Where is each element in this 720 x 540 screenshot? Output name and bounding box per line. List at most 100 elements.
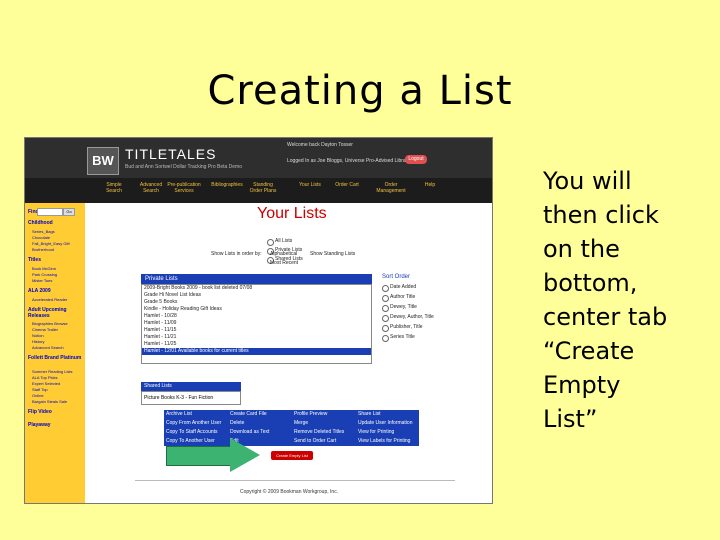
nav-item-3[interactable]: Bibliographies xyxy=(208,182,246,188)
logo-subtext: Bud and Ann Sortwel Dollar Tracking Pro … xyxy=(125,164,243,170)
sidebar-link[interactable]: Advanced Search xyxy=(32,345,64,350)
sidebar-link[interactable]: History xyxy=(32,339,44,344)
welcome-text: Welcome back Dayton Tosser xyxy=(287,142,353,148)
sort-order-label: Series Title xyxy=(390,334,415,340)
shared-lists-heading: Shared Lists xyxy=(141,382,241,391)
list-item[interactable]: Hamlet - 11/09 xyxy=(142,320,371,327)
sort-order-radio[interactable] xyxy=(382,305,389,312)
action-button[interactable]: Copy To Another User xyxy=(164,437,226,445)
sort-order-label: Author Title xyxy=(390,294,416,300)
sidebar-link[interactable]: ALA Top Picks xyxy=(32,375,58,380)
sidebar-link[interactable]: Biographies Browse xyxy=(32,321,68,326)
app-header: BW TITLETALES Bud and Ann Sortwel Dollar… xyxy=(25,138,492,178)
sort-order-radio[interactable] xyxy=(382,335,389,342)
sort-order-label: Dewey, Author, Title xyxy=(390,314,434,320)
sidebar-link[interactable]: Staff Top xyxy=(32,387,48,392)
sidebar-heading: Titles xyxy=(28,257,41,263)
nav-item-5[interactable]: Your Lists xyxy=(291,182,329,188)
sidebar-link[interactable]: Cinema Trailer xyxy=(32,327,58,332)
sidebar-heading: Follett Brand Platinum xyxy=(28,355,82,361)
list-type-label: All Lists xyxy=(275,238,293,244)
sidebar-link[interactable]: Online xyxy=(32,393,44,398)
list-item[interactable]: Hamlet - 11/25 xyxy=(142,341,371,348)
sort-order-label: Publisher, Title xyxy=(390,324,423,330)
footer-rule xyxy=(135,480,455,481)
list-item[interactable]: Grade Hi Novel List Ideas xyxy=(142,292,371,299)
list-item[interactable]: Kindle - Holiday Reading Gift Ideas xyxy=(142,306,371,313)
sidebar-heading: Playaway xyxy=(28,422,51,428)
sort-by-option[interactable]: Alphabetical xyxy=(270,251,297,257)
sidebar-heading: Adult Upcoming Releases xyxy=(28,307,67,319)
action-button[interactable]: Share List xyxy=(356,410,418,418)
action-button[interactable]: Update User Information xyxy=(356,419,418,427)
sort-by-option[interactable]: Most Recent xyxy=(270,260,298,266)
sidebar-link[interactable]: Book McGinn xyxy=(32,266,56,271)
action-button[interactable]: View Labels for Printing xyxy=(356,437,418,445)
nav-item-8[interactable]: Help xyxy=(411,182,449,188)
page-title: Your Lists xyxy=(257,205,327,222)
sort-order-heading: Sort Order xyxy=(382,274,411,280)
logout-button[interactable]: Logout xyxy=(405,155,427,164)
list-type-radio[interactable] xyxy=(267,239,274,246)
sidebar-link[interactable]: Park Crossing xyxy=(32,272,57,277)
sidebar-heading: Flip Video xyxy=(28,409,52,415)
sidebar-link[interactable]: Brotherhood xyxy=(32,247,54,252)
list-item[interactable]: Hamlet - 10/28 xyxy=(142,313,371,320)
action-button[interactable]: Delete xyxy=(228,419,290,427)
action-grid: Archive List Copy From Another User Copy T… xyxy=(164,410,419,446)
action-button[interactable]: Profile Preview xyxy=(292,410,354,418)
sidebar-link[interactable]: Series_Bags xyxy=(32,229,55,234)
action-button[interactable]: Create Card File xyxy=(228,410,290,418)
nav-item-7[interactable]: Order Management xyxy=(372,182,410,194)
list-item[interactable]: 2009-Bright Books 2009 - book list delet… xyxy=(142,285,371,292)
logo-text: TITLETALES xyxy=(125,146,217,162)
action-button[interactable]: Archive List xyxy=(164,410,226,418)
sidebar-link[interactable]: Mister Toes xyxy=(32,278,52,283)
find-input[interactable] xyxy=(37,208,63,216)
sidebar-link[interactable]: Chocolate xyxy=(32,235,50,240)
action-button[interactable]: Send to Order Cart xyxy=(292,437,354,445)
action-button[interactable]: Download as Text xyxy=(228,428,290,436)
create-empty-list-button[interactable]: Create Empty List xyxy=(271,451,313,460)
sort-order-radio[interactable] xyxy=(382,295,389,302)
copyright: Copyright © 2009 Bookman Workgroup, Inc. xyxy=(240,489,339,495)
sidebar-link[interactable]: Bargain Steals Sale xyxy=(32,399,67,404)
action-button[interactable]: Remove Deleted Titles xyxy=(292,428,354,436)
list-item[interactable]: Hamlet - 11/15 xyxy=(142,327,371,334)
sidebar-link[interactable]: Accelerated Reader xyxy=(32,297,67,302)
arrow-head xyxy=(230,438,260,472)
private-lists-box[interactable]: 2009-Bright Books 2009 - book list delet… xyxy=(141,284,372,364)
private-lists-heading: Private Lists xyxy=(141,274,372,284)
sort-order-label: Date Added xyxy=(390,284,417,290)
nav-item-6[interactable]: Order Cart xyxy=(328,182,366,188)
left-sidebar: Find Childhood Series_Bags Chocolate Fall_B… xyxy=(25,203,85,503)
list-item[interactable]: Hamlet - 11/21 xyxy=(142,334,371,341)
nav-item-0[interactable]: Simple Search xyxy=(95,182,133,194)
sort-order-radio[interactable] xyxy=(382,325,389,332)
sidebar-heading: Childhood xyxy=(28,220,53,226)
action-button[interactable]: Merge xyxy=(292,419,354,427)
action-button[interactable]: Copy From Another User xyxy=(164,419,226,427)
nav-item-4[interactable]: Standing Order Plans xyxy=(244,182,282,194)
action-button[interactable]: Copy To Staff Accounts xyxy=(164,428,226,436)
sidebar-link[interactable]: Notion xyxy=(32,333,44,338)
account-text: Logged In as Joe Bloggs, Universe Pro-Ad… xyxy=(287,158,410,164)
sidebar-link[interactable]: Expert Selected xyxy=(32,381,60,386)
list-item[interactable]: Hamlet - 12/01 Available books for curre… xyxy=(142,348,371,355)
action-button[interactable]: View for Printing xyxy=(356,428,418,436)
nav-item-2[interactable]: Pre-publication Services xyxy=(165,182,203,194)
screenshot: BW TITLETALES Bud and Ann Sortwel Dollar… xyxy=(24,137,493,504)
sort-order-label: Dewey, Title xyxy=(390,304,417,310)
sidebar-link[interactable]: Fall_Bright_Easy Gift xyxy=(32,241,70,246)
sort-order-radio[interactable] xyxy=(382,315,389,322)
show-dropdown[interactable]: Show Standing Lists xyxy=(310,251,355,257)
shared-lists-box[interactable]: Picture Books K-3 - Fun Fiction xyxy=(141,391,241,405)
slide-title: Creating a List xyxy=(207,68,513,114)
sort-order-radio[interactable] xyxy=(382,285,389,292)
sidebar-link[interactable]: Summer Reading Lists xyxy=(32,369,72,374)
instruction-text: You will then click on the bottom, cente… xyxy=(543,167,668,433)
list-item[interactable]: Grade 5 Books xyxy=(142,299,371,306)
logo-mark: BW xyxy=(87,147,119,175)
go-button[interactable]: Go xyxy=(63,208,75,216)
sidebar-heading: ALA 2009 xyxy=(28,288,51,294)
